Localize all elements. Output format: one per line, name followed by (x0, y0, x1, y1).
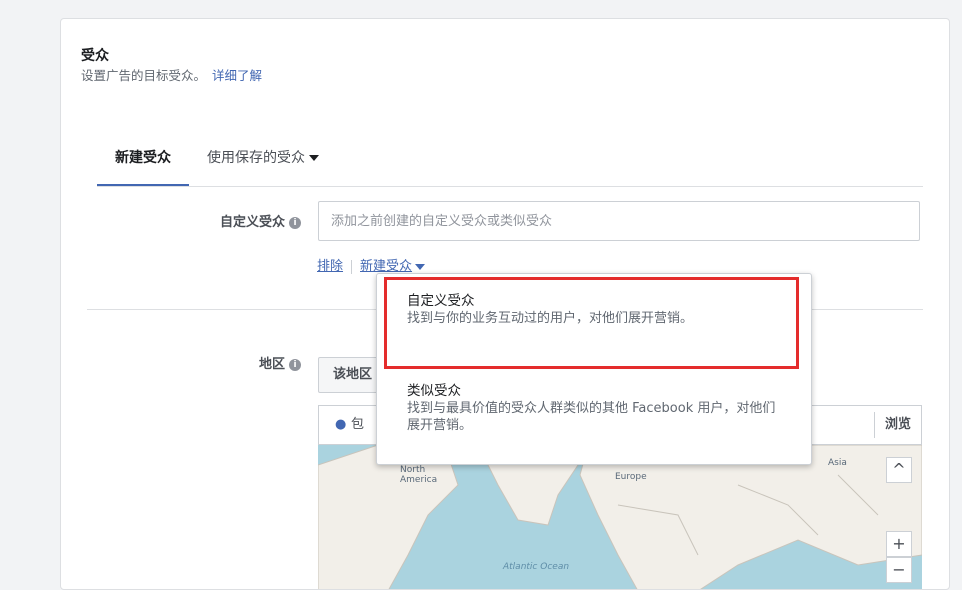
browse-button[interactable]: 浏览 (873, 412, 921, 438)
tab-label: 使用保存的受众 (207, 150, 305, 166)
tab-new-audience[interactable]: 新建受众 (97, 147, 189, 187)
map-label-asia: Asia (828, 458, 847, 468)
include-text: 包 (351, 417, 365, 432)
map-label-north-america: North America (400, 465, 438, 485)
info-icon[interactable]: i (289, 358, 301, 371)
tab-divider (97, 186, 923, 187)
location-label: 地区 i (151, 353, 301, 372)
info-icon[interactable]: i (289, 216, 301, 229)
custom-audience-input[interactable] (318, 201, 920, 241)
label-text: 地区 (258, 357, 285, 372)
learn-more-link[interactable]: 详细了解 (212, 68, 262, 83)
location-pin-icon: ● (335, 417, 347, 432)
dropdown-item-lookalike-audience[interactable]: 类似受众 找到与最具价值的受众人群类似的其他 Facebook 用户，对他们展开… (377, 382, 811, 434)
map-label-atlantic: Atlantic Ocean (503, 562, 570, 572)
caret-down-icon (415, 263, 426, 270)
tab-label: 新建受众 (115, 150, 171, 166)
audience-tabs: 新建受众 使用保存的受众 (97, 147, 337, 187)
map-collapse-button[interactable]: ^ (886, 457, 912, 483)
audience-links: 排除 新建受众 (317, 255, 426, 274)
create-audience-link[interactable]: 新建受众 (360, 259, 412, 274)
link-separator (351, 259, 353, 274)
custom-audience-label: 自定义受众 i (151, 211, 301, 230)
section-title: 受众 (81, 48, 109, 64)
map-label-europe: Europe (615, 472, 647, 482)
section-subtitle: 设置广告的目标受众。 详细了解 (81, 65, 262, 84)
item-title: 类似受众 (407, 383, 461, 399)
label-text: 自定义受众 (219, 215, 285, 230)
zoom-in-button[interactable]: + (886, 531, 912, 557)
item-title: 自定义受众 (407, 293, 475, 309)
tab-saved-audience[interactable]: 使用保存的受众 (189, 147, 337, 187)
item-description: 找到与你的业务互动过的用户，对他们展开营销。 (407, 311, 694, 326)
subtitle-text: 设置广告的目标受众。 (81, 68, 207, 83)
zoom-out-button[interactable]: − (886, 557, 912, 583)
dropdown-item-custom-audience[interactable]: 自定义受众 找到与你的业务互动过的用户，对他们展开营销。 (377, 292, 811, 327)
caret-down-icon (309, 155, 319, 161)
create-audience-dropdown: 自定义受众 找到与你的业务互动过的用户，对他们展开营销。 类似受众 找到与最具价… (376, 273, 812, 465)
exclude-link[interactable]: 排除 (317, 259, 343, 274)
item-description: 找到与最具价值的受众人群类似的其他 Facebook 用户，对他们展开营销。 (407, 401, 776, 433)
location-map[interactable]: North America Europe Asia Atlantic Ocean … (318, 445, 922, 589)
